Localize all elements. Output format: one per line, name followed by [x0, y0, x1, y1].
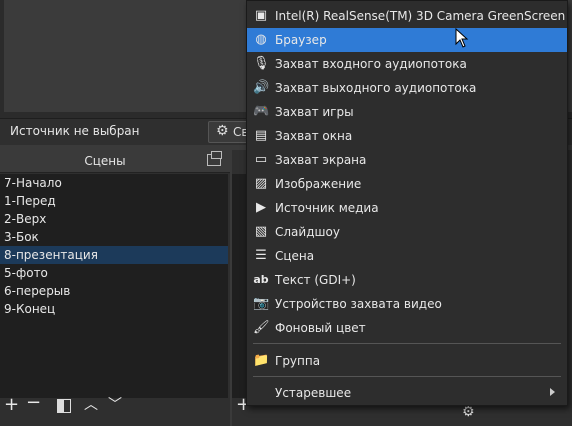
camera-icon: 📷 — [253, 296, 270, 311]
menu-item-video-capture[interactable]: 📷 Устройство захвата видео — [247, 292, 567, 316]
menu-item-game-capture[interactable]: 🎮 Захват игры — [247, 100, 567, 124]
menu-item-color-source[interactable]: 🖌 Фоновый цвет — [247, 316, 567, 340]
menu-item-scene[interactable]: ☰ Сцена — [247, 244, 567, 268]
scene-item-selected[interactable]: 8-презентация — [0, 246, 228, 264]
menu-item-label: Текст (GDI+) — [275, 273, 356, 287]
add-scene-button[interactable]: + — [4, 394, 19, 415]
menu-item-label: Захват окна — [275, 129, 353, 143]
text-icon: ab — [253, 273, 269, 286]
menu-item-group[interactable]: 📁 Группа — [247, 349, 567, 373]
gamepad-icon: 🎮 — [253, 104, 270, 119]
menu-item-label: Браузер — [275, 33, 327, 47]
menu-item-label: Слайдшоу — [275, 225, 340, 239]
menu-item-label: Устаревшее — [275, 386, 352, 400]
scenes-dock: Сцены 7-Начало 1-Перед 2-Верх 3-Бок 8-пр… — [0, 150, 230, 426]
menu-item-realsense[interactable]: ▣ Intel(R) RealSense(TM) 3D Camera Green… — [247, 4, 567, 28]
menu-item-text[interactable]: ab Текст (GDI+) — [247, 268, 567, 292]
menu-item-label: Источник медиа — [275, 201, 379, 215]
gear-icon[interactable]: ⚙ — [462, 404, 475, 420]
menu-item-label: Intel(R) RealSense(TM) 3D Camera GreenSc… — [275, 9, 566, 23]
move-down-icon[interactable]: ﹀ — [108, 394, 122, 414]
scenes-dock-title: Сцены — [0, 150, 230, 173]
list-icon: ☰ — [255, 248, 267, 263]
menu-item-media-source[interactable]: ▶ Источник медиа — [247, 196, 567, 220]
submenu-arrow-icon — [550, 388, 555, 396]
no-source-label: Источник не выбран — [10, 124, 140, 138]
menu-item-deprecated[interactable]: Устаревшее — [247, 381, 567, 405]
add-source-menu: ▣ Intel(R) RealSense(TM) 3D Camera Green… — [246, 0, 568, 406]
menu-item-slideshow[interactable]: ▧ Слайдшоу — [247, 220, 567, 244]
menu-item-audio-input[interactable]: 🎙 Захват входного аудиопотока — [247, 52, 567, 76]
microphone-icon: 🎙 — [253, 56, 270, 71]
menu-separator — [253, 343, 561, 344]
brush-icon: 🖌 — [253, 320, 270, 335]
menu-item-display-capture[interactable]: ▭ Захват экрана — [247, 148, 567, 172]
speaker-icon: 🔊 — [253, 80, 270, 95]
play-icon: ▶ — [256, 200, 266, 215]
scene-item[interactable]: 6-перерыв — [0, 282, 228, 300]
menu-item-label: Захват экрана — [275, 153, 367, 167]
globe-icon: ◍ — [255, 32, 267, 47]
window-icon: ▤ — [254, 128, 268, 143]
menu-item-label: Захват входного аудиопотока — [275, 57, 467, 71]
scene-item[interactable]: 2-Верх — [0, 210, 228, 228]
menu-item-label: Захват игры — [275, 105, 354, 119]
menu-item-label: Группа — [275, 354, 321, 368]
menu-item-audio-output[interactable]: 🔊 Захват выходного аудиопотока — [247, 76, 567, 100]
scene-item[interactable]: 7-Начало — [0, 174, 228, 192]
slideshow-icon: ▧ — [254, 224, 268, 239]
scene-item[interactable]: 3-Бок — [0, 228, 228, 246]
camera-frame-icon: ▣ — [254, 8, 268, 23]
filters-icon[interactable] — [57, 399, 71, 413]
menu-item-window-capture[interactable]: ▤ Захват окна — [247, 124, 567, 148]
move-up-icon[interactable]: ︿ — [84, 394, 98, 414]
undock-icon[interactable] — [207, 151, 222, 166]
folder-icon: 📁 — [253, 353, 270, 368]
menu-item-label: Устройство захвата видео — [275, 297, 442, 311]
scene-item[interactable]: 5-фото — [0, 264, 228, 282]
gear-icon: ⚙ — [216, 123, 229, 139]
menu-separator — [253, 376, 561, 377]
scene-item[interactable]: 9-Конец — [0, 300, 228, 318]
scenes-list: 7-Начало 1-Перед 2-Верх 3-Бок 8-презента… — [0, 174, 228, 398]
menu-item-label: Изображение — [275, 177, 362, 191]
menu-item-image[interactable]: ▨ Изображение — [247, 172, 567, 196]
mouse-cursor-icon — [455, 28, 469, 48]
menu-item-browser[interactable]: ◍ Браузер — [247, 28, 567, 52]
remove-scene-button[interactable]: − — [26, 392, 41, 413]
menu-item-label: Сцена — [275, 249, 315, 263]
monitor-icon: ▭ — [254, 152, 268, 167]
image-icon: ▨ — [254, 176, 268, 191]
scene-item[interactable]: 1-Перед — [0, 192, 228, 210]
menu-item-label: Захват выходного аудиопотока — [275, 81, 477, 95]
menu-item-label: Фоновый цвет — [275, 321, 366, 335]
scenes-title: Сцены — [84, 154, 126, 168]
